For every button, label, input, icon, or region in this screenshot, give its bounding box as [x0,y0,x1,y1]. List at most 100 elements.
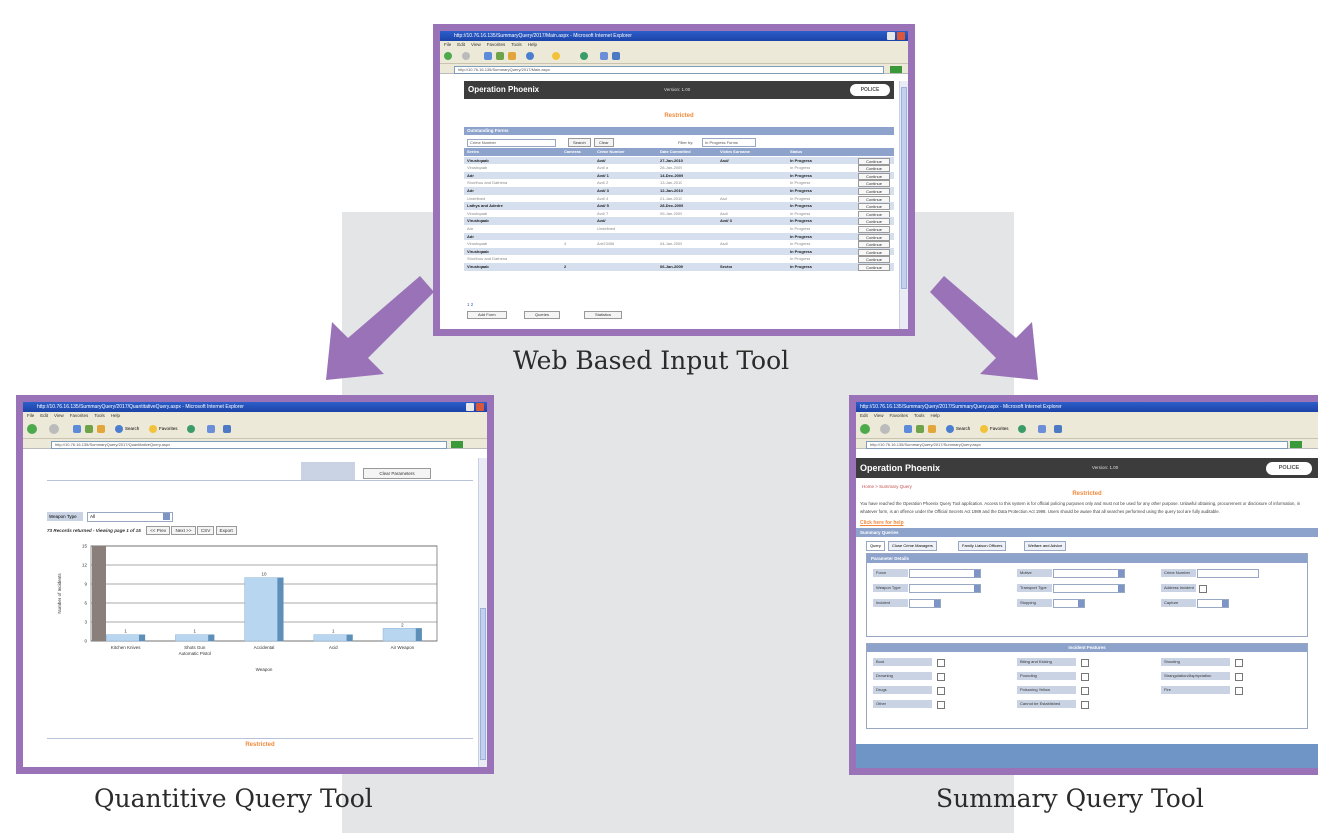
back-icon[interactable] [860,424,870,434]
tab-add-form[interactable]: Add Form [467,311,507,319]
feature-checkbox[interactable] [1081,659,1089,667]
field-select[interactable] [1053,584,1125,593]
back-icon[interactable] [27,424,37,434]
tab-statistics[interactable]: Statistics [584,311,623,319]
field-select[interactable] [909,584,981,593]
media-icon[interactable] [580,52,588,60]
filter-select[interactable]: In Progress Forms [702,138,756,147]
stop-icon[interactable] [484,52,492,60]
refresh-icon[interactable] [85,425,93,433]
forward-icon[interactable] [49,424,59,434]
clear-parameters-button[interactable]: Clear Parameters [363,468,431,479]
home-icon[interactable] [508,52,516,60]
home-icon[interactable] [97,425,105,433]
prev-page-button[interactable]: << Prev [146,526,171,535]
go-button[interactable] [890,65,902,73]
tab-welfare-and-advice[interactable]: Welfare and Advice [1024,541,1067,551]
maximize-icon[interactable] [887,32,895,40]
refresh-icon[interactable] [496,52,504,60]
media-icon[interactable] [187,425,195,433]
toolbar-favorites-label[interactable]: Favorites [990,425,1009,433]
home-icon[interactable] [928,425,936,433]
menu-tools[interactable]: Tools [914,413,925,418]
tab-close-crime-managers[interactable]: Close Crime Managers [888,541,937,551]
menu-tools[interactable]: Tools [511,42,522,47]
favorites-icon[interactable] [552,52,560,60]
menu-view[interactable]: View [54,413,64,418]
refresh-icon[interactable] [916,425,924,433]
menu-edit[interactable]: Edit [860,413,868,418]
feature-checkbox[interactable] [1081,701,1089,709]
feature-checkbox[interactable] [937,673,945,681]
pager[interactable]: 1 2 [464,302,894,307]
search-button[interactable]: Search [568,138,591,147]
menu-favorites[interactable]: Favorites [487,42,506,47]
mail-icon[interactable] [207,425,215,433]
feature-checkbox[interactable] [1081,673,1089,681]
address-input[interactable]: http://10.76.16.135/SummaryQuery/2017/Qu… [51,440,447,449]
forward-icon[interactable] [462,52,470,60]
menu-favorites[interactable]: Favorites [889,413,908,418]
continue-button[interactable]: Continue [858,264,890,271]
field-checkbox[interactable] [1199,585,1207,593]
search-icon[interactable] [526,52,534,60]
go-button[interactable] [1290,440,1302,448]
menu-tools[interactable]: Tools [94,413,105,418]
search-icon[interactable] [115,425,123,433]
feature-checkbox[interactable] [1235,673,1243,681]
export-button[interactable]: Export [215,526,237,535]
media-icon[interactable] [1018,425,1026,433]
menu-view[interactable]: View [471,42,481,47]
tab-query[interactable]: Query [866,541,885,551]
stop-icon[interactable] [904,425,912,433]
weapon-type-select[interactable]: All [87,512,173,522]
menu-help[interactable]: Help [930,413,939,418]
menu-edit[interactable]: Edit [457,42,465,47]
stop-icon[interactable] [73,425,81,433]
forward-icon[interactable] [880,424,890,434]
breadcrumb[interactable]: Home > Summary Query [856,478,1318,489]
close-icon[interactable] [897,32,905,40]
feature-checkbox[interactable] [1235,687,1243,695]
menu-edit[interactable]: Edit [40,413,48,418]
toolbar-search-label[interactable]: Search [956,425,970,433]
feature-checkbox[interactable] [1081,687,1089,695]
print-icon[interactable] [223,425,231,433]
address-input[interactable]: http://10.76.16.135/SummaryQuery/2017/Su… [866,440,1288,449]
maximize-icon[interactable] [466,403,474,411]
favorites-icon[interactable] [980,425,988,433]
field-select[interactable] [1197,599,1229,608]
csv-button[interactable]: CSV [196,526,215,535]
field-select[interactable] [1053,569,1125,578]
field-select[interactable] [1053,599,1085,608]
menu-file[interactable]: File [27,413,34,418]
feature-checkbox[interactable] [1235,659,1243,667]
field-select[interactable] [909,569,981,578]
field-select[interactable] [909,599,941,608]
toolbar-search-label[interactable]: Search [125,425,139,433]
next-page-button[interactable]: Next >> [171,526,196,535]
print-icon[interactable] [1054,425,1062,433]
address-input[interactable]: http://10.76.16.135/SummaryQuery/2017/Ma… [454,65,884,74]
chevron-down-icon[interactable] [163,513,170,520]
print-icon[interactable] [612,52,620,60]
mail-icon[interactable] [1038,425,1046,433]
tab-queries[interactable]: Queries [524,311,561,319]
clear-button[interactable]: Clear [594,138,614,147]
feature-checkbox[interactable] [937,687,945,695]
feature-checkbox[interactable] [937,659,945,667]
favorites-icon[interactable] [149,425,157,433]
search-icon[interactable] [946,425,954,433]
back-icon[interactable] [444,52,452,60]
vertical-scrollbar[interactable] [899,81,908,329]
menu-file[interactable]: File [444,42,451,47]
field-input[interactable] [1197,569,1259,578]
menu-favorites[interactable]: Favorites [70,413,89,418]
tab-family-liaison-officers[interactable]: Family Liaison Officers [958,541,1007,551]
vertical-scrollbar[interactable] [478,458,487,767]
menu-view[interactable]: View [874,413,884,418]
close-icon[interactable] [476,403,484,411]
go-button[interactable] [451,440,463,448]
toolbar-favorites-label[interactable]: Favorites [159,425,178,433]
menu-help[interactable]: Help [111,413,120,418]
